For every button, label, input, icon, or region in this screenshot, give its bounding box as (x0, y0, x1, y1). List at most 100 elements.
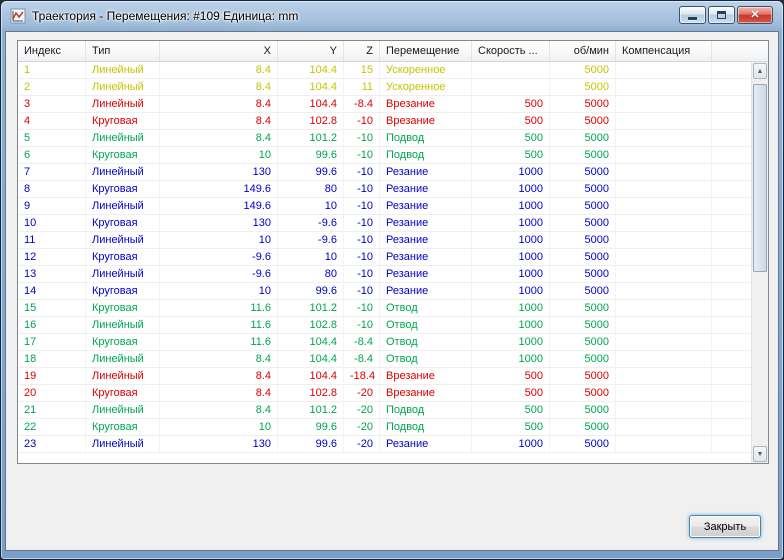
cell-x: 10 (160, 232, 278, 248)
table-row[interactable]: 16 Линейный 11.6 102.8 -10 Отвод 1000 5000 (18, 317, 768, 334)
table-row[interactable]: 1 Линейный 8.4 104.4 15 Ускоренное 5000 (18, 62, 768, 79)
cell-move: Врезание (380, 368, 472, 384)
scrollbar-down-icon[interactable]: ▼ (753, 446, 767, 462)
cell-speed: 500 (472, 385, 550, 401)
table-row[interactable]: 21 Линейный 8.4 101.2 -20 Подвод 500 5000 (18, 402, 768, 419)
table-row[interactable]: 2 Линейный 8.4 104.4 11 Ускоренное 5000 (18, 79, 768, 96)
cell-index: 16 (18, 317, 86, 333)
column-header-x[interactable]: X (160, 41, 278, 61)
cell-type: Круговая (86, 249, 160, 265)
cell-x: 130 (160, 164, 278, 180)
cell-index: 2 (18, 79, 86, 95)
cell-y: 10 (278, 198, 344, 214)
title-bar[interactable]: Траектория - Перемещения: #109 Единица: … (1, 1, 783, 31)
cell-comp (616, 249, 712, 265)
cell-z: -18.4 (344, 368, 380, 384)
cell-index: 17 (18, 334, 86, 350)
cell-speed: 1000 (472, 215, 550, 231)
cell-rpm: 5000 (550, 402, 616, 418)
table-row[interactable]: 4 Круговая 8.4 102.8 -10 Врезание 500 5000 (18, 113, 768, 130)
cell-index: 19 (18, 368, 86, 384)
cell-move: Резание (380, 232, 472, 248)
cell-index: 4 (18, 113, 86, 129)
column-header-type[interactable]: Тип (86, 41, 160, 61)
cell-z: -20 (344, 419, 380, 435)
cell-y: 104.4 (278, 62, 344, 78)
column-header-z[interactable]: Z (344, 41, 380, 61)
cell-y: -9.6 (278, 215, 344, 231)
cell-comp (616, 113, 712, 129)
table-row[interactable]: 5 Линейный 8.4 101.2 -10 Подвод 500 5000 (18, 130, 768, 147)
close-window-button[interactable]: ✕ (737, 6, 773, 24)
table-row[interactable]: 23 Линейный 130 99.6 -20 Резание 1000 5000 (18, 436, 768, 453)
cell-comp (616, 351, 712, 367)
cell-move: Врезание (380, 113, 472, 129)
column-header-comp[interactable]: Компенсация (616, 41, 712, 61)
column-header-speed[interactable]: Скорость ... (472, 41, 550, 61)
table-row[interactable]: 6 Круговая 10 99.6 -10 Подвод 500 5000 (18, 147, 768, 164)
table-row[interactable]: 9 Линейный 149.6 10 -10 Резание 1000 5000 (18, 198, 768, 215)
cell-y: 104.4 (278, 351, 344, 367)
minimize-button[interactable] (679, 6, 706, 24)
cell-speed: 500 (472, 419, 550, 435)
table-row[interactable]: 10 Круговая 130 -9.6 -10 Резание 1000 5000 (18, 215, 768, 232)
table-row[interactable]: 22 Круговая 10 99.6 -20 Подвод 500 5000 (18, 419, 768, 436)
table-row[interactable]: 18 Линейный 8.4 104.4 -8.4 Отвод 1000 5000 (18, 351, 768, 368)
cell-y: 104.4 (278, 334, 344, 350)
cell-y: 104.4 (278, 96, 344, 112)
cell-y: 99.6 (278, 164, 344, 180)
table-row[interactable]: 19 Линейный 8.4 104.4 -18.4 Врезание 500 5000 (18, 368, 768, 385)
cell-comp (616, 317, 712, 333)
cell-speed: 1000 (472, 351, 550, 367)
column-header-y[interactable]: Y (278, 41, 344, 61)
cell-speed: 500 (472, 368, 550, 384)
vertical-scrollbar[interactable]: ▲ ▼ (751, 62, 768, 463)
cell-move: Резание (380, 215, 472, 231)
cell-speed: 1000 (472, 232, 550, 248)
column-header-index[interactable]: Индекс (18, 41, 86, 61)
close-dialog-button[interactable]: Закрыть (689, 515, 761, 538)
table-row[interactable]: 8 Круговая 149.6 80 -10 Резание 1000 5000 (18, 181, 768, 198)
cell-index: 9 (18, 198, 86, 214)
cell-index: 8 (18, 181, 86, 197)
scrollbar-up-icon[interactable]: ▲ (753, 63, 767, 79)
column-header-move[interactable]: Перемещение (380, 41, 472, 61)
cell-x: 8.4 (160, 402, 278, 418)
cell-z: -10 (344, 215, 380, 231)
cell-move: Ускоренное (380, 62, 472, 78)
cell-type: Линейный (86, 198, 160, 214)
cell-rpm: 5000 (550, 198, 616, 214)
cell-index: 23 (18, 436, 86, 452)
table-row[interactable]: 15 Круговая 11.6 101.2 -10 Отвод 1000 5000 (18, 300, 768, 317)
cell-y: 104.4 (278, 368, 344, 384)
table-row[interactable]: 3 Линейный 8.4 104.4 -8.4 Врезание 500 5000 (18, 96, 768, 113)
cell-move: Резание (380, 266, 472, 282)
cell-z: -20 (344, 385, 380, 401)
cell-move: Подвод (380, 147, 472, 163)
cell-z: -8.4 (344, 96, 380, 112)
cell-rpm: 5000 (550, 232, 616, 248)
maximize-button[interactable] (708, 6, 735, 24)
table-row[interactable]: 7 Линейный 130 99.6 -10 Резание 1000 5000 (18, 164, 768, 181)
scrollbar-thumb[interactable] (753, 84, 767, 272)
cell-z: 15 (344, 62, 380, 78)
cell-rpm: 5000 (550, 113, 616, 129)
cell-move: Врезание (380, 385, 472, 401)
cell-comp (616, 96, 712, 112)
table-row[interactable]: 14 Круговая 10 99.6 -10 Резание 1000 5000 (18, 283, 768, 300)
column-header-rpm[interactable]: об/мин (550, 41, 616, 61)
table-row[interactable]: 20 Круговая 8.4 102.8 -20 Врезание 500 5000 (18, 385, 768, 402)
cell-y: 101.2 (278, 130, 344, 146)
cell-speed: 500 (472, 96, 550, 112)
scrollbar-track[interactable] (753, 80, 767, 445)
table-row[interactable]: 13 Линейный -9.6 80 -10 Резание 1000 5000 (18, 266, 768, 283)
table-row[interactable]: 11 Линейный 10 -9.6 -10 Резание 1000 5000 (18, 232, 768, 249)
table-row[interactable]: 12 Круговая -9.6 10 -10 Резание 1000 5000 (18, 249, 768, 266)
table-row[interactable]: 17 Круговая 11.6 104.4 -8.4 Отвод 1000 5000 (18, 334, 768, 351)
cell-z: -10 (344, 232, 380, 248)
cell-type: Линейный (86, 62, 160, 78)
cell-x: -9.6 (160, 249, 278, 265)
maximize-icon (717, 11, 726, 19)
cell-move: Отвод (380, 334, 472, 350)
cell-type: Линейный (86, 164, 160, 180)
